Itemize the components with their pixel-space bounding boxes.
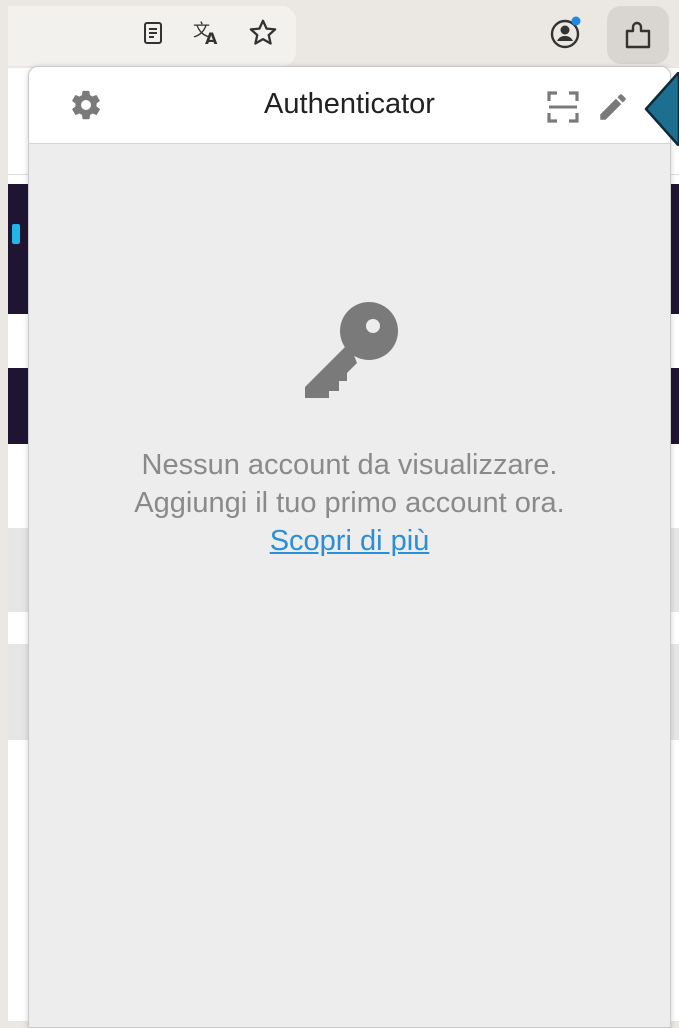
page-accent-glyph <box>12 224 20 244</box>
popup-header: Authenticator <box>29 67 670 144</box>
reader-mode-icon[interactable] <box>136 16 170 50</box>
authenticator-popup: Authenticator Nessun account da visualiz… <box>28 66 671 1028</box>
scan-qr-icon[interactable] <box>543 87 583 127</box>
svg-text:A: A <box>205 29 218 47</box>
browser-toolbar: 文 A <box>0 0 679 68</box>
translate-icon[interactable]: 文 A <box>190 16 224 50</box>
edit-icon[interactable] <box>593 87 633 127</box>
tooltip-pointer-arrow <box>644 72 679 146</box>
empty-state-line-2: Aggiungi il tuo primo account ora. <box>134 487 565 519</box>
key-icon <box>305 302 398 398</box>
extensions-icon <box>625 21 651 49</box>
extensions-button[interactable] <box>607 6 669 64</box>
empty-state-line-1: Nessun account da visualizzare. <box>141 449 558 481</box>
learn-more-link[interactable]: Scopri di più <box>270 525 430 557</box>
account-icon[interactable] <box>548 16 582 50</box>
bookmark-star-icon[interactable] <box>246 16 280 50</box>
empty-state-message: Nessun account da visualizzare. Aggiungi… <box>29 446 670 560</box>
